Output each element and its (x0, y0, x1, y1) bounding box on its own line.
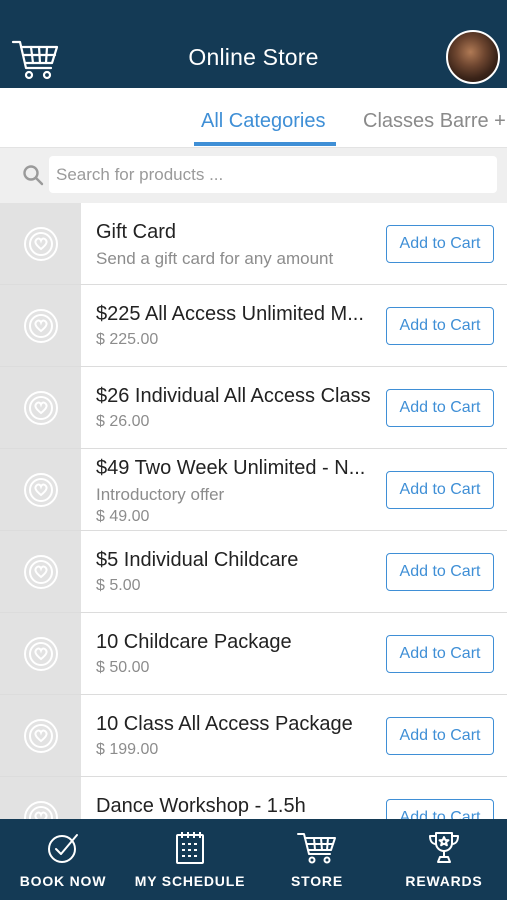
product-thumbnail (0, 367, 81, 448)
flower-logo-icon (24, 473, 58, 507)
product-price: $ 50.00 (96, 659, 150, 676)
list-item: 10 Class All Access Package $ 199.00 Add… (0, 695, 507, 777)
list-item: 10 Childcare Package $ 50.00 Add to Cart (0, 613, 507, 695)
add-to-cart-button[interactable]: Add to Cart (386, 635, 494, 673)
tab-all-categories[interactable]: All Categories (201, 110, 326, 133)
nav-label: MY SCHEDULE (134, 873, 246, 889)
category-tabs: All Categories Classes Barre + (0, 88, 507, 148)
flower-logo-icon (24, 391, 58, 425)
flower-logo-icon (24, 637, 58, 671)
product-thumbnail (0, 285, 81, 366)
product-name: $49 Two Week Unlimited - N... (96, 457, 366, 479)
nav-my-schedule[interactable]: MY SCHEDULE (127, 819, 253, 900)
product-price: $ 199.00 (96, 741, 159, 758)
add-to-cart-button[interactable]: Add to Cart (386, 307, 494, 345)
product-thumbnail (0, 695, 81, 776)
product-thumbnail (0, 777, 81, 819)
list-item: $49 Two Week Unlimited - N... Introducto… (0, 449, 507, 531)
product-price: $ 49.00 (96, 508, 150, 525)
product-name: Dance Workshop - 1.5h (96, 795, 306, 817)
flower-logo-icon (24, 227, 58, 261)
product-name: 10 Class All Access Package (96, 713, 353, 735)
nav-label: STORE (291, 873, 343, 889)
trophy-icon (429, 832, 459, 863)
product-thumbnail (0, 203, 81, 284)
product-price: $ 26.00 (96, 413, 150, 430)
add-to-cart-button[interactable]: Add to Cart (386, 799, 494, 819)
product-name: 10 Childcare Package (96, 631, 292, 653)
product-thumbnail (0, 531, 81, 612)
tab-classes-barre[interactable]: Classes Barre + (363, 110, 506, 133)
search-input[interactable] (49, 156, 497, 193)
check-circle-icon (48, 834, 78, 863)
product-name: Gift Card (96, 221, 177, 243)
product-description: Introductory offer (96, 485, 225, 504)
flower-logo-icon (24, 555, 58, 589)
active-tab-indicator (194, 142, 336, 146)
app-header: Online Store (0, 0, 507, 88)
product-list: Gift Card Send a gift card for any amoun… (0, 203, 507, 819)
product-name: $26 Individual All Access Class (96, 385, 371, 407)
add-to-cart-button[interactable]: Add to Cart (386, 225, 494, 263)
page-title: Online Store (188, 44, 319, 70)
search-icon (23, 165, 44, 186)
add-to-cart-button[interactable]: Add to Cart (386, 389, 494, 427)
add-to-cart-button[interactable]: Add to Cart (386, 553, 494, 591)
list-item: Dance Workshop - 1.5h Add to Cart (0, 777, 507, 819)
product-thumbnail (0, 613, 81, 694)
product-name: $225 All Access Unlimited M... (96, 303, 364, 325)
product-price: $ 225.00 (96, 331, 159, 348)
list-item: $225 All Access Unlimited M... $ 225.00 … (0, 285, 507, 367)
product-thumbnail (0, 449, 81, 530)
list-item: Gift Card Send a gift card for any amoun… (0, 203, 507, 285)
list-item: $26 Individual All Access Class $ 26.00 … (0, 367, 507, 449)
add-to-cart-button[interactable]: Add to Cart (386, 717, 494, 755)
nav-store[interactable]: STORE (254, 819, 380, 900)
product-description: Send a gift card for any amount (96, 249, 334, 268)
nav-label: BOOK NOW (19, 873, 107, 889)
nav-label: REWARDS (405, 873, 483, 889)
flower-logo-icon (24, 719, 58, 753)
profile-avatar[interactable] (446, 30, 500, 84)
list-item: $5 Individual Childcare $ 5.00 Add to Ca… (0, 531, 507, 613)
cart-icon (297, 833, 336, 864)
product-name: $5 Individual Childcare (96, 549, 299, 571)
nav-rewards[interactable]: REWARDS (381, 819, 507, 900)
flower-logo-icon (24, 801, 58, 819)
calendar-icon (176, 832, 204, 864)
flower-logo-icon (24, 309, 58, 343)
nav-book-now[interactable]: BOOK NOW (0, 819, 126, 900)
add-to-cart-button[interactable]: Add to Cart (386, 471, 494, 509)
bottom-nav: BOOK NOW MY SCHEDULE STORE REWARDS (0, 819, 507, 900)
product-price: $ 5.00 (96, 577, 141, 594)
